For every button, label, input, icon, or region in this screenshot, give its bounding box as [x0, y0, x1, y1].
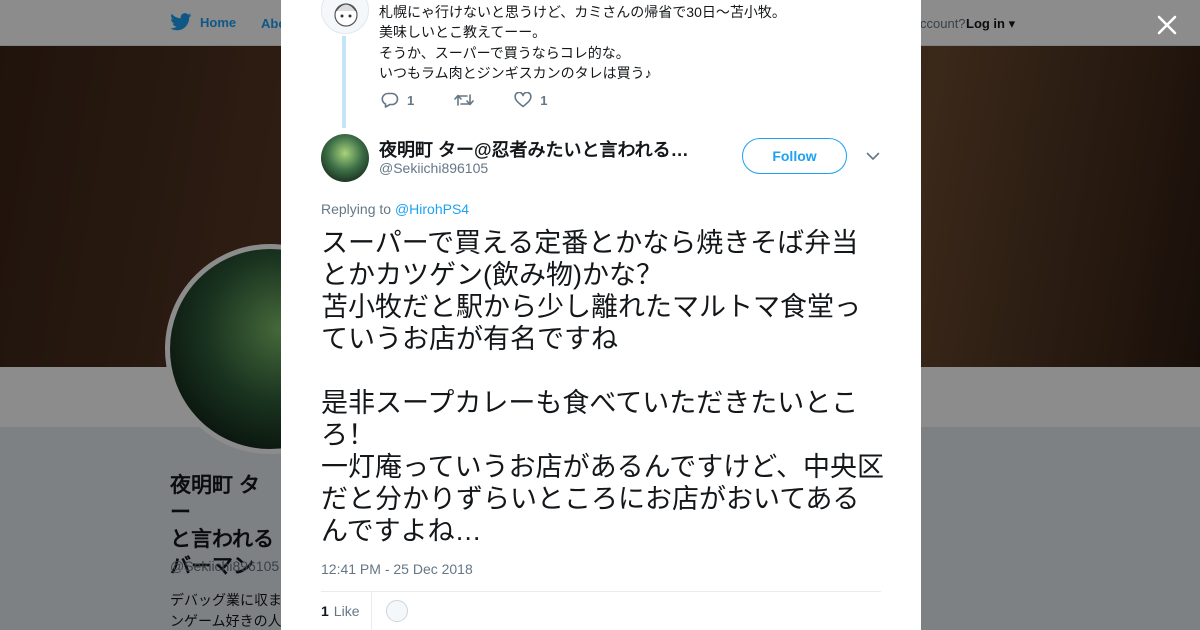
likes-count: 1: [321, 603, 329, 619]
author-handle[interactable]: @Sekiichi896105: [379, 160, 488, 176]
prev-tweet-actions: 1 1: [381, 92, 587, 108]
follow-button[interactable]: Follow: [742, 138, 847, 174]
likes-label: Like: [333, 603, 360, 619]
prev-tweet-line: 札幌にゃ行けないと思うけど、カミさんの帰省で30日～苫小牧。: [379, 4, 786, 20]
reply-icon: [381, 92, 399, 108]
tweet-text: スーパーで買える定番とかなら焼きそば弁当とかカツゲン(飲み物)かな？ 苫小牧だと…: [321, 228, 884, 546]
likes-stat[interactable]: 1 Like: [321, 592, 373, 630]
heart-icon: [514, 92, 532, 108]
reply-button[interactable]: 1: [381, 92, 414, 108]
prev-tweet-line: 美味しいとこ教えてーー。: [379, 24, 547, 41]
prev-tweet-line: いつもラム肉とジンギスカンのタレは買う♪: [379, 64, 652, 81]
tweet-modal: 札幌にゃ行けないと思うけど、カミさんの帰省で30日～苫小牧。 美味しいとこ教えて…: [281, 0, 921, 630]
close-icon: [1157, 15, 1177, 35]
prev-tweet-line: そうか、スーパーで買うならコレ的な。: [379, 44, 630, 61]
thread-connector-line: [342, 36, 346, 128]
tweet-stats: 1 Like: [321, 592, 409, 630]
author-name[interactable]: 夜明町 ター@忍者みたいと言われる…: [379, 136, 699, 162]
liker-avatar[interactable]: [386, 600, 409, 622]
author-avatar[interactable]: [321, 134, 369, 182]
reply-count: 1: [407, 92, 415, 108]
replying-to-mention[interactable]: @HirohPS4: [395, 201, 469, 217]
avatar-drawing: [334, 3, 358, 27]
like-button[interactable]: 1: [514, 92, 547, 108]
like-count: 1: [540, 92, 548, 108]
replying-to: Replying to @HirohPS4: [321, 201, 469, 217]
close-button[interactable]: [1152, 10, 1182, 40]
prev-tweet-avatar[interactable]: [321, 0, 369, 34]
retweet-icon: [454, 94, 475, 106]
tweet-menu-button[interactable]: [865, 148, 881, 164]
tweet-timestamp[interactable]: 12:41 PM - 25 Dec 2018: [321, 561, 473, 577]
replying-prefix: Replying to: [321, 201, 392, 217]
retweet-button[interactable]: [454, 92, 475, 108]
prev-tweet-text: 札幌にゃ行けないと思うけど、カミさんの帰省で30日～苫小牧。 美味しいとこ教えて…: [379, 2, 879, 83]
chevron-down-icon: [866, 152, 880, 160]
